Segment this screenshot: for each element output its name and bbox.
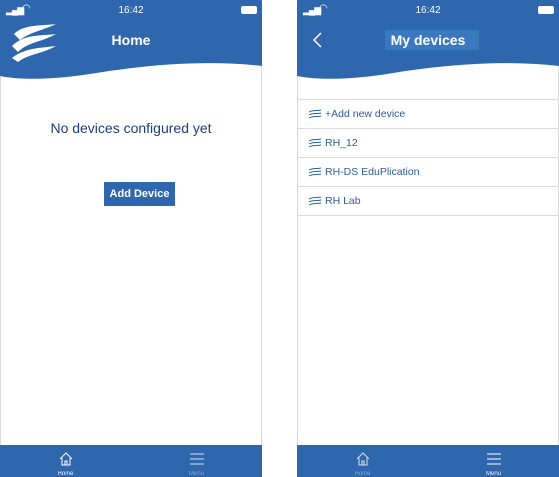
brand-logo-icon — [308, 138, 322, 148]
tab-menu[interactable]: Menu — [131, 445, 262, 477]
brand-logo-icon — [308, 196, 322, 206]
tab-home[interactable]: Home — [0, 445, 131, 477]
status-bar: ▂▄▆ ◠ 16:42 — [297, 0, 559, 20]
devices-screen: ▂▄▆ ◠ 16:42 My devices +Add new device R… — [297, 0, 559, 477]
empty-state-message: No devices configured yet — [50, 120, 212, 136]
add-device-button[interactable]: Add Device — [104, 182, 175, 206]
tab-menu-label: Menu — [188, 471, 204, 477]
add-new-device-item[interactable]: +Add new device — [297, 99, 559, 129]
list-item-label: +Add new device — [325, 108, 406, 120]
status-bar: ▂▄▆ ◠ 16:42 — [0, 0, 262, 20]
menu-icon — [486, 453, 501, 465]
brand-logo-icon — [308, 109, 322, 119]
device-list: +Add new device RH_12 RH-DS EduPlication… — [297, 99, 559, 216]
menu-icon — [189, 453, 204, 465]
tab-menu[interactable]: Menu — [428, 445, 559, 477]
back-chevron-icon[interactable] — [309, 30, 329, 50]
device-item-rh-12[interactable]: RH_12 — [297, 129, 559, 158]
tab-bar: Home Menu — [297, 445, 559, 477]
brand-logo-icon — [308, 167, 322, 177]
status-time: 16:42 — [415, 5, 441, 16]
list-item-label: RH-DS EduPlication — [325, 166, 420, 178]
battery-icon — [241, 6, 257, 14]
page-title: Home — [111, 32, 151, 48]
tab-menu-label: Menu — [485, 471, 501, 477]
status-time: 16:42 — [118, 5, 144, 16]
home-screen: ▂▄▆ ◠ 16:42 Home No devices configured y… — [0, 0, 262, 477]
tab-home-label: Home — [57, 471, 74, 477]
list-item-label: RH_12 — [325, 137, 358, 149]
device-item-rh-ds-eduplication[interactable]: RH-DS EduPlication — [297, 158, 559, 187]
tab-home[interactable]: Home — [297, 445, 428, 477]
page-title: My devices — [390, 32, 466, 48]
list-item-label: RH Lab — [325, 195, 361, 207]
device-item-rh-lab[interactable]: RH Lab — [297, 187, 559, 216]
home-icon — [356, 452, 369, 466]
battery-icon — [538, 6, 554, 14]
tab-bar: Home Menu — [0, 445, 262, 477]
home-icon — [59, 452, 72, 466]
tab-home-label: Home — [354, 471, 371, 477]
